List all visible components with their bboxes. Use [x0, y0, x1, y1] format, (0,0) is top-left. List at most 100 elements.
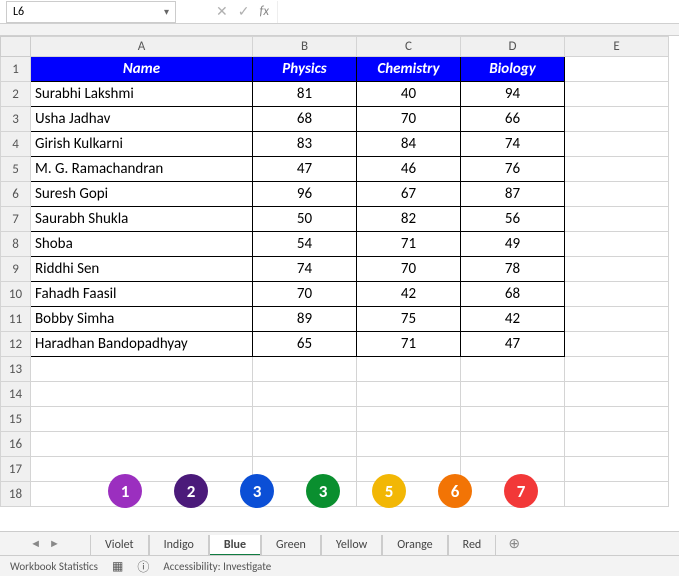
- cell[interactable]: [31, 457, 253, 482]
- select-all-corner[interactable]: [1, 37, 31, 57]
- row-header[interactable]: 3: [1, 107, 31, 132]
- cell-physics[interactable]: 74: [253, 257, 357, 282]
- cell-physics[interactable]: 89: [253, 307, 357, 332]
- row-header[interactable]: 17: [1, 457, 31, 482]
- stats-icon[interactable]: ▦: [112, 559, 123, 574]
- cell-chemistry[interactable]: 42: [357, 282, 461, 307]
- cell[interactable]: [565, 207, 669, 232]
- row-header[interactable]: 6: [1, 182, 31, 207]
- cell-biology[interactable]: 56: [461, 207, 565, 232]
- cell-chemistry[interactable]: 71: [357, 232, 461, 257]
- accessibility-label[interactable]: Accessibility: Investigate: [163, 560, 271, 573]
- accessibility-icon[interactable]: ⓘ: [137, 558, 149, 575]
- cell[interactable]: [565, 132, 669, 157]
- cell-biology[interactable]: 87: [461, 182, 565, 207]
- cell-name[interactable]: Girish Kulkarni: [31, 132, 253, 157]
- cell-chemistry[interactable]: 71: [357, 332, 461, 357]
- cell-physics[interactable]: 81: [253, 82, 357, 107]
- cell-physics[interactable]: 50: [253, 207, 357, 232]
- cell-biology[interactable]: 47: [461, 332, 565, 357]
- cell-biology[interactable]: 76: [461, 157, 565, 182]
- cell[interactable]: [565, 407, 669, 432]
- cell[interactable]: [357, 382, 461, 407]
- column-header[interactable]: C: [357, 37, 461, 57]
- table-header-cell[interactable]: Chemistry: [357, 57, 461, 82]
- cell[interactable]: [565, 382, 669, 407]
- name-box[interactable]: L6 ▾: [6, 1, 176, 23]
- cell[interactable]: [461, 407, 565, 432]
- expand-bar[interactable]: [0, 24, 679, 36]
- tab-nav-prev-icon[interactable]: ◄: [30, 537, 41, 550]
- row-header[interactable]: 2: [1, 82, 31, 107]
- add-sheet-button[interactable]: ⊕: [502, 535, 526, 552]
- cell[interactable]: [565, 432, 669, 457]
- column-header[interactable]: B: [253, 37, 357, 57]
- row-header[interactable]: 18: [1, 482, 31, 507]
- table-header-cell[interactable]: Physics: [253, 57, 357, 82]
- cell[interactable]: [31, 407, 253, 432]
- chevron-down-icon[interactable]: ▾: [164, 5, 169, 18]
- cell-physics[interactable]: 54: [253, 232, 357, 257]
- cell-physics[interactable]: 47: [253, 157, 357, 182]
- sheet-tab-green[interactable]: Green: [261, 535, 321, 556]
- cell[interactable]: [565, 482, 669, 507]
- cell[interactable]: [565, 332, 669, 357]
- cell[interactable]: [461, 432, 565, 457]
- cell-biology[interactable]: 74: [461, 132, 565, 157]
- row-header[interactable]: 11: [1, 307, 31, 332]
- sheet-tab-indigo[interactable]: Indigo: [149, 535, 209, 556]
- cell[interactable]: [253, 432, 357, 457]
- table-header-cell[interactable]: Biology: [461, 57, 565, 82]
- column-header[interactable]: D: [461, 37, 565, 57]
- cell-biology[interactable]: 94: [461, 82, 565, 107]
- row-header[interactable]: 10: [1, 282, 31, 307]
- cell-chemistry[interactable]: 46: [357, 157, 461, 182]
- cell-name[interactable]: M. G. Ramachandran: [31, 157, 253, 182]
- cell-name[interactable]: Shoba: [31, 232, 253, 257]
- cell-chemistry[interactable]: 84: [357, 132, 461, 157]
- row-header[interactable]: 14: [1, 382, 31, 407]
- cell-chemistry[interactable]: 67: [357, 182, 461, 207]
- cell[interactable]: [565, 232, 669, 257]
- cancel-icon[interactable]: ✕: [216, 3, 228, 20]
- spreadsheet-grid[interactable]: ABCDE1NamePhysicsChemistryBiology2Surabh…: [0, 36, 669, 507]
- cell[interactable]: [31, 382, 253, 407]
- row-header[interactable]: 9: [1, 257, 31, 282]
- cell-name[interactable]: Bobby Simha: [31, 307, 253, 332]
- cell[interactable]: [253, 407, 357, 432]
- accept-icon[interactable]: ✓: [238, 3, 250, 20]
- cell-name[interactable]: Haradhan Bandopadhyay: [31, 332, 253, 357]
- row-header[interactable]: 15: [1, 407, 31, 432]
- workbook-stats-label[interactable]: Workbook Statistics: [10, 560, 98, 573]
- cell[interactable]: [565, 457, 669, 482]
- cell[interactable]: [31, 432, 253, 457]
- row-header[interactable]: 7: [1, 207, 31, 232]
- cell[interactable]: [253, 382, 357, 407]
- cell-chemistry[interactable]: 75: [357, 307, 461, 332]
- row-header[interactable]: 8: [1, 232, 31, 257]
- cell[interactable]: [357, 407, 461, 432]
- cell[interactable]: [31, 357, 253, 382]
- cell[interactable]: [253, 357, 357, 382]
- cell[interactable]: [565, 282, 669, 307]
- cell[interactable]: [565, 57, 669, 82]
- cell-biology[interactable]: 42: [461, 307, 565, 332]
- cell-physics[interactable]: 83: [253, 132, 357, 157]
- cell-physics[interactable]: 70: [253, 282, 357, 307]
- cell-biology[interactable]: 66: [461, 107, 565, 132]
- cell-biology[interactable]: 68: [461, 282, 565, 307]
- cell-name[interactable]: Usha Jadhav: [31, 107, 253, 132]
- sheet-tab-red[interactable]: Red: [448, 535, 497, 556]
- cell-biology[interactable]: 49: [461, 232, 565, 257]
- column-header[interactable]: E: [565, 37, 669, 57]
- cell[interactable]: [461, 357, 565, 382]
- cell-chemistry[interactable]: 70: [357, 257, 461, 282]
- cell-physics[interactable]: 68: [253, 107, 357, 132]
- cell[interactable]: [461, 382, 565, 407]
- sheet-tab-orange[interactable]: Orange: [382, 535, 447, 556]
- cell-name[interactable]: Saurabh Shukla: [31, 207, 253, 232]
- cell-name[interactable]: Suresh Gopi: [31, 182, 253, 207]
- cell[interactable]: [565, 107, 669, 132]
- sheet-tab-blue[interactable]: Blue: [209, 535, 261, 556]
- cell-physics[interactable]: 65: [253, 332, 357, 357]
